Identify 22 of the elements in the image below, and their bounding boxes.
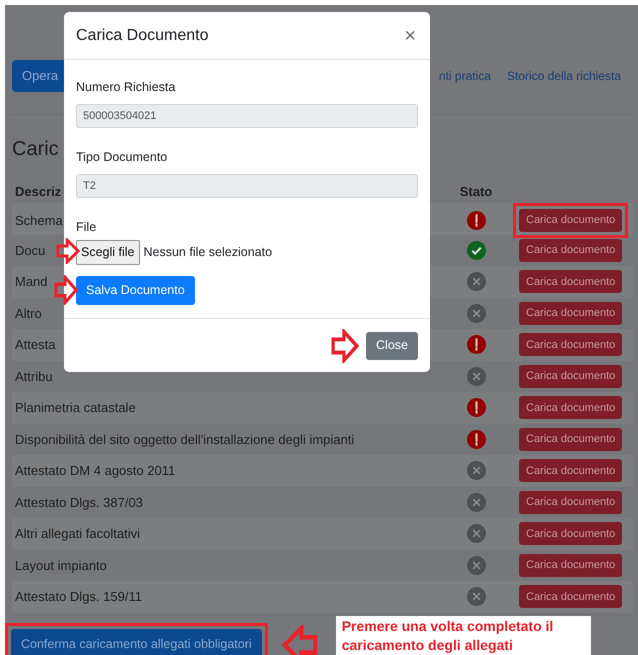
table-cell: Layout impianto [15, 558, 107, 572]
table-cell: Disponibilità del sito oggetto dell'installazione degli impianti [15, 432, 354, 446]
modal-title: Carica Documento [76, 26, 208, 46]
table-cell: Attribu [15, 368, 53, 384]
field-label: Tipo Documento [76, 148, 168, 166]
table-cell: Altri allegati facoltativi [15, 526, 140, 541]
table-cell: Altro [15, 306, 42, 320]
table-cell: Schema [15, 212, 63, 228]
file-status: Nessun file selezionato [144, 244, 272, 262]
table-cell: Attesta [15, 337, 56, 352]
column-header: Descriz [15, 184, 62, 200]
table-cell: Attestato Dlgs. 159/11 [15, 589, 142, 604]
field-label: File [76, 218, 98, 236]
annotation-note: Premere una volta completato il caricamento degli allegati [336, 616, 591, 655]
field-label: Numero Richiesta [76, 79, 176, 96]
table-cell: Planimetria catastale [15, 400, 136, 415]
section-heading: Caric [12, 138, 59, 160]
table-cell: Attestato DM 4 agosto 2011 [15, 463, 176, 478]
table-cell: Attestato Dlgs. 387/03 [15, 494, 143, 510]
table-cell: Mand [15, 274, 48, 289]
table-cell: Docu [15, 242, 46, 258]
column-header: Stato [460, 183, 492, 202]
